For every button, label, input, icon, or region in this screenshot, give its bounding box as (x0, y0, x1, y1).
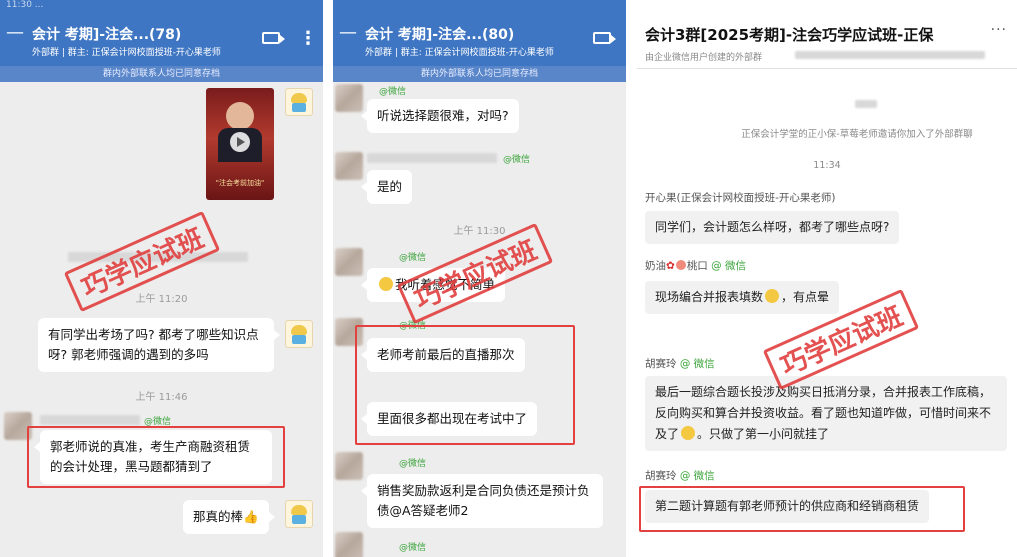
avatar-contact[interactable] (4, 412, 32, 440)
timestamp: 11:34 (813, 160, 841, 171)
header-divider (637, 68, 1017, 69)
blurred-name (795, 51, 985, 59)
wechat-tag: @ 微信 (679, 470, 715, 482)
name-text: 胡赛玲 (645, 358, 677, 370)
chat-title: 会计3群[2025考期]-注会巧学应试班-正保 (645, 26, 934, 44)
chat-title: 会计 考期]-注会...(78) (32, 27, 182, 43)
avatar-contact[interactable] (335, 318, 363, 346)
chat-header: 11:30 ... — 会计 考期]-注会...(78) 外部群 | 群主: 正… (0, 0, 323, 66)
video-call-icon[interactable] (593, 32, 616, 44)
video-caption: "注会考前加油" (215, 179, 265, 187)
avatar-contact[interactable] (335, 248, 363, 276)
more-icon[interactable]: ··· (991, 22, 1007, 38)
chat-title: 会计 考期]-注会...(80) (365, 27, 515, 43)
message-text: 现场编合并报表填数 (655, 290, 764, 304)
status-bar: 11:30 ... (0, 0, 323, 12)
emoji-icon (765, 289, 780, 303)
peach-icon (675, 260, 686, 270)
back-icon[interactable]: — (339, 22, 357, 43)
video-thumbnail[interactable]: "注会考前加油" (206, 88, 274, 200)
message-bubble-received: 老师考前最后的直播那次 (361, 338, 525, 372)
blurred-name (855, 100, 877, 108)
sender-name: 开心果(正保会计网校面授班-开心果老师) (645, 192, 836, 204)
message-bubble: 最后一题综合题长投涉及购买日抵消分录，合并报表工作底稿，反向购买和算合并投资收益… (645, 376, 1007, 451)
message-bubble-received: 郭老师说的真准，考生产商融资租赁的会计处理，黑马题都猜到了 (34, 430, 272, 484)
message-bubble-received: 销售奖励款返利是合同负债还是预计负债@A答疑老师2 (361, 474, 603, 528)
blurred-name (40, 415, 140, 425)
chat-panel-1: 11:30 ... — 会计 考期]-注会...(78) 外部群 | 群主: 正… (0, 0, 323, 557)
wechat-tag: @ 微信 (679, 358, 715, 370)
chat-subtitle: 由企业微信用户创建的外部群 (645, 53, 763, 63)
rose-icon: ✿ (666, 260, 675, 272)
blurred-name (367, 153, 497, 163)
message-bubble-received: 里面很多都出现在考试中了 (360, 402, 538, 436)
name-text: 桃口 (686, 260, 708, 272)
archive-notice: 群内外部联系人均已同意存档 (333, 66, 626, 82)
message-bubble: 现场编合并报表填数 ，有点晕 (645, 281, 840, 314)
avatar-self[interactable] (285, 500, 313, 528)
avatar-contact[interactable] (335, 152, 363, 180)
message-bubble-sent: 有同学出考场了吗? 都考了哪些知识点呀? 郭老师强调的遇到的多吗 (38, 318, 280, 372)
avatar-contact[interactable] (335, 452, 363, 480)
timestamp: 上午 11:20 (135, 294, 188, 305)
sender-name: 奶油✿ 桃口 @ 微信 (645, 258, 746, 273)
message-bubble-received: 是的 (360, 170, 413, 204)
archive-notice: 群内外部联系人均已同意存档 (0, 66, 323, 82)
avatar-contact[interactable] (335, 532, 363, 557)
wechat-tag: @微信 (379, 87, 407, 97)
play-icon[interactable] (230, 132, 250, 152)
chat-subtitle: 外部群 | 群主: 正保会计网校面授班-开心果老师 (365, 48, 554, 58)
message-bubble: 第二题计算题有郭老师预计的供应商和经销商租赁 (645, 490, 930, 523)
watermark-stamp: 巧学应试班 (396, 222, 554, 325)
wechat-tag: @ 微信 (711, 260, 746, 272)
wechat-tag: @微信 (399, 459, 427, 469)
wechat-tag: @微信 (399, 543, 427, 553)
message-text: ，有点晕 (781, 290, 830, 304)
chat-subtitle: 外部群 | 群主: 正保会计网校面授班-开心果老师 (32, 48, 221, 58)
avatar-contact[interactable] (335, 84, 363, 112)
back-icon[interactable]: — (6, 22, 24, 43)
message-bubble-sent: 那真的棒👍 (183, 500, 275, 534)
timestamp: 上午 11:46 (135, 392, 188, 403)
message-bubble-received: 听说选择题很难，对吗? (361, 99, 519, 133)
emoji-icon (379, 277, 393, 291)
sender-name: 胡赛玲 @ 微信 (645, 356, 715, 371)
name-text: 胡赛玲 (645, 470, 677, 482)
presenter-figure (226, 102, 254, 130)
chat-header: — 会计 考期]-注会...(80) 外部群 | 群主: 正保会计网校面授班-开… (333, 0, 626, 66)
emoji-icon (681, 426, 696, 440)
chat-panel-3: 会计3群[2025考期]-注会巧学应试班-正保 由企业微信用户创建的外部群 ··… (637, 0, 1017, 557)
status-bar (333, 0, 626, 12)
wechat-tag: @微信 (503, 155, 531, 165)
video-call-icon[interactable] (262, 32, 285, 44)
avatar-self[interactable] (285, 88, 313, 116)
message-text: 。只做了第一小问就挂了 (697, 427, 830, 441)
wechat-tag: @微信 (399, 253, 427, 263)
timestamp: 上午 11:30 (453, 226, 506, 237)
system-notice: 正保会计学堂的正小保-草莓老师邀请你加入了外部群聊 (741, 129, 973, 140)
message-bubble: 同学们，会计题怎么样呀，都考了哪些点呀? (645, 211, 900, 244)
sender-name: 胡赛玲 @ 微信 (645, 468, 715, 483)
chat-panel-2: — 会计 考期]-注会...(80) 外部群 | 群主: 正保会计网校面授班-开… (333, 0, 626, 557)
avatar-self[interactable] (285, 320, 313, 348)
more-icon[interactable]: ⋮ (299, 28, 317, 49)
name-text: 奶油 (645, 260, 666, 272)
wechat-tag: @微信 (144, 417, 172, 427)
